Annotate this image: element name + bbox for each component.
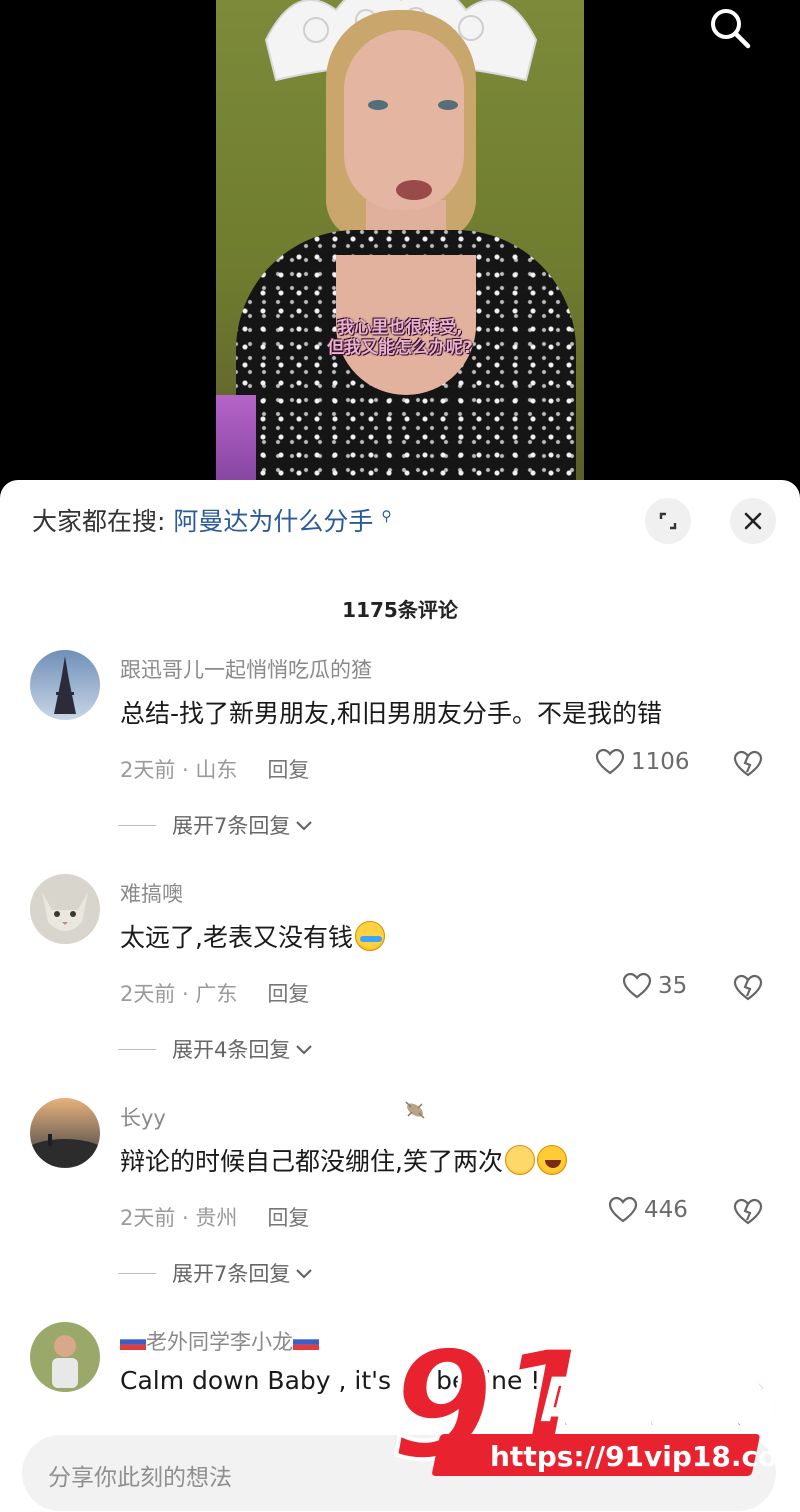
- trending-keyword-link[interactable]: 阿曼达为什么分手: [173, 507, 373, 536]
- like-count: 446: [644, 1197, 688, 1223]
- reply-button[interactable]: 回复: [267, 982, 309, 1006]
- search-small-icon: ⚲: [381, 508, 392, 525]
- comment-username[interactable]: 难搞噢: [120, 878, 183, 908]
- expand-replies-label: 展开7条回复: [172, 1262, 291, 1286]
- comment-time-location: 2天前 · 贵州: [120, 1206, 238, 1230]
- mouth: [396, 180, 432, 200]
- expand-icon: [659, 512, 677, 530]
- flushed-emoji-icon: [504, 1145, 535, 1175]
- close-button[interactable]: [730, 498, 776, 544]
- comment-count: 1175条评论: [342, 598, 458, 622]
- broken-heart-icon[interactable]: [733, 1198, 763, 1226]
- avatar[interactable]: [30, 874, 100, 944]
- russia-flag-icon: [293, 1334, 319, 1350]
- broken-heart-icon[interactable]: [733, 750, 763, 778]
- sunset-avatar-image: [30, 1098, 100, 1168]
- comment-input-placeholder: 分享你此刻的想法: [48, 1465, 232, 1491]
- expand-replies-button[interactable]: 展开7条回复: [118, 1258, 314, 1288]
- comment-sheet: 大家都在搜: 阿曼达为什么分手 ⚲ 1175条评论 跟迅哥儿一起悄悄吃瓜的猹 总…: [0, 480, 800, 1512]
- reply-button[interactable]: 回复: [267, 1206, 309, 1230]
- subtitle-line-1: 我心里也很难受,: [337, 318, 463, 338]
- expand-replies-label: 展开4条回复: [172, 1038, 291, 1062]
- reply-button[interactable]: 回复: [267, 758, 309, 782]
- divider-line: [118, 824, 156, 826]
- comment-username[interactable]: 长yy: [120, 1102, 166, 1132]
- comment-username[interactable]: 跟迅哥儿一起悄悄吃瓜的猹: [120, 654, 372, 684]
- heart-icon: [622, 972, 652, 999]
- screen: 我心里也很难受, 但我又能怎么办呢? 大家都在搜: 阿曼达为什么分手 ⚲ 117…: [0, 0, 800, 1512]
- comment-time-location: 2天前 · 广东: [120, 982, 238, 1006]
- video-subtitle: 我心里也很难受, 但我又能怎么办呢?: [216, 318, 584, 358]
- comment-meta: 2天前 · 山东 回复: [120, 754, 309, 784]
- heart-icon: [595, 748, 625, 775]
- like-count: 35: [658, 973, 688, 999]
- like-count: 1106: [631, 749, 690, 775]
- comment-text: Calm down Baby , it's all be fine !!!: [120, 1366, 561, 1395]
- chevron-down-icon: [296, 1045, 313, 1055]
- like-button[interactable]: 1106: [595, 748, 690, 776]
- like-button[interactable]: 35: [622, 972, 687, 1000]
- divider-line: [118, 1272, 156, 1274]
- expand-replies-button[interactable]: 展开4条回复: [118, 1034, 314, 1064]
- expand-button[interactable]: [645, 498, 691, 544]
- comment-input[interactable]: 分享你此刻的想法: [22, 1435, 776, 1511]
- video-player[interactable]: 我心里也很难受, 但我又能怎么办呢?: [0, 0, 800, 500]
- divider-line: [118, 1048, 156, 1050]
- person-avatar-image: [30, 1322, 100, 1392]
- eye: [368, 100, 388, 110]
- video-frame: 我心里也很难受, 但我又能怎么办呢?: [216, 0, 584, 500]
- trending-search[interactable]: 大家都在搜: 阿曼达为什么分手 ⚲: [32, 502, 392, 538]
- eiffel-tower-avatar-image: [30, 650, 100, 720]
- chevron-down-icon: [296, 821, 313, 831]
- comment-time-location: 2天前 · 山东: [120, 758, 238, 782]
- comment-username-text: 老外同学李小龙: [146, 1330, 293, 1354]
- subtitle-line-2: 但我又能怎么办呢?: [327, 338, 473, 358]
- comment-text: 太远了,老表又没有钱: [120, 918, 385, 954]
- search-icon[interactable]: [706, 4, 754, 52]
- comment-meta: 2天前 · 广东 回复: [120, 978, 309, 1008]
- cat-avatar-image: [30, 874, 100, 944]
- expand-replies-button[interactable]: 展开7条回复: [118, 810, 314, 840]
- comment-username[interactable]: 老外同学李小龙: [120, 1326, 319, 1356]
- bug-sticker-icon: [405, 1101, 425, 1119]
- comment-text: 总结-找了新男朋友,和旧男朋友分手。不是我的错: [120, 699, 662, 728]
- expand-replies-label: 展开7条回复: [172, 814, 291, 838]
- laughing-emoji-icon: [536, 1145, 567, 1175]
- close-icon: [744, 512, 762, 530]
- eye: [438, 100, 458, 110]
- heart-icon: [608, 1196, 638, 1223]
- like-button[interactable]: 446: [608, 1196, 688, 1224]
- trending-label: 大家都在搜:: [32, 507, 166, 536]
- avatar[interactable]: [30, 1098, 100, 1168]
- comment-text: 辩论的时候自己都没绷住,笑了两次: [120, 1142, 567, 1178]
- comment-item: 老外同学李小龙 Calm down Baby , it's all be fin…: [0, 1322, 800, 1412]
- crying-emoji-icon: [354, 921, 385, 951]
- comment-text-content: 辩论的时候自己都没绷住,笑了两次: [120, 1147, 503, 1176]
- chevron-down-icon: [296, 1269, 313, 1279]
- russia-flag-icon: [120, 1334, 146, 1350]
- comment-text-content: 太远了,老表又没有钱: [120, 923, 353, 952]
- avatar[interactable]: [30, 650, 100, 720]
- broken-heart-icon[interactable]: [733, 974, 763, 1002]
- avatar[interactable]: [30, 1322, 100, 1392]
- comment-meta: 2天前 · 贵州 回复: [120, 1202, 309, 1232]
